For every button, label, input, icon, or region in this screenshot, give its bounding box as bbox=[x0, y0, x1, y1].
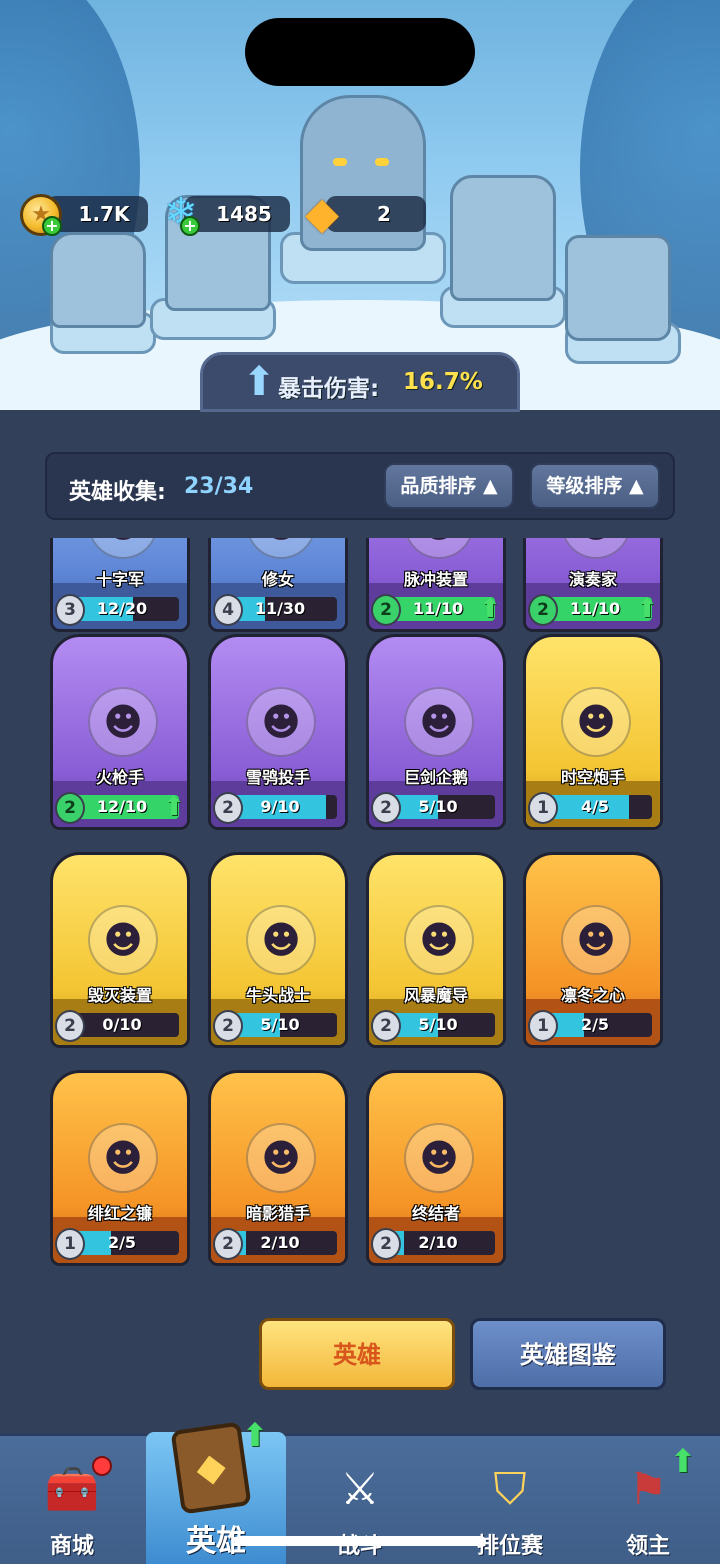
crossed-swords-icon: ⚔ bbox=[340, 1464, 380, 1515]
hero-card[interactable]: ☻ 终结者 2/10 2 bbox=[366, 1070, 506, 1266]
hero-collection-bar: 英雄收集: 23/34 品质排序 ▲ 等级排序 ▲ bbox=[45, 452, 675, 520]
hero-level-badge: 2 bbox=[371, 792, 401, 824]
hero-level-badge: 3 bbox=[55, 594, 85, 626]
hero-name: 凛冬之心 bbox=[560, 986, 625, 1005]
hero-level-badge: 2 bbox=[55, 1010, 85, 1042]
level-sort-button[interactable]: 等级排序 ▲ bbox=[530, 463, 660, 509]
add-plus-icon[interactable]: + bbox=[180, 216, 200, 236]
hero-name: 毁灭装置 bbox=[87, 986, 152, 1005]
tab-label: 领主 bbox=[625, 1534, 670, 1559]
hero-level-badge: 2 bbox=[213, 1010, 243, 1042]
upgrade-arrow-icon: ⬆ bbox=[241, 1416, 269, 1454]
hero-card[interactable]: ☻ 巨剑企鹅 5/10 2 bbox=[366, 634, 506, 830]
hero-card[interactable]: ☻ 火枪手 12/10 2 ⬆ bbox=[50, 634, 190, 830]
hero-name: 火枪手 bbox=[95, 768, 144, 787]
gold-currency[interactable]: ★ + 1.7K bbox=[20, 194, 148, 236]
hero-name: 时空炮手 bbox=[560, 768, 625, 787]
rank-shield-icon: ⛉ bbox=[493, 1464, 527, 1515]
statue-eye bbox=[333, 158, 347, 166]
upgrade-arrow-icon: ⬆ bbox=[669, 1442, 697, 1480]
hero-card[interactable]: ☻ 牛头战士 5/10 2 bbox=[208, 852, 348, 1048]
quality-sort-button[interactable]: 品质排序 ▲ bbox=[384, 463, 514, 509]
hero-card[interactable]: ☻ 雪鸮投手 9/10 2 bbox=[208, 634, 348, 830]
buff-value: 16.7% bbox=[403, 369, 483, 395]
tab-label: 商城 bbox=[49, 1534, 94, 1559]
statue-eye bbox=[375, 158, 389, 166]
tab-shop[interactable]: 🧰 商城 bbox=[0, 1436, 144, 1564]
crusader-portrait-icon: ☻ bbox=[88, 538, 158, 559]
upgrade-arrow-icon: ⬆ bbox=[636, 594, 658, 624]
hero-name: 修女 bbox=[261, 570, 294, 589]
up-arrow-icon: ⬆ bbox=[242, 359, 276, 405]
orange-crystal-icon: ◆ bbox=[305, 188, 339, 239]
hero-name: 脉冲装置 bbox=[403, 570, 468, 589]
hero-grid: ☻十字军12/203☻修女11/304☻脉冲装置11/102⬆☻演奏家11/10… bbox=[0, 538, 720, 1303]
hero-level-badge: 2 bbox=[371, 1010, 401, 1042]
hero-level-badge: 2 bbox=[55, 792, 85, 824]
minotaur-portrait-icon: ☻ bbox=[246, 905, 316, 975]
musician-portrait-icon: ☻ bbox=[561, 538, 631, 559]
hero-card[interactable]: ☻脉冲装置11/102⬆ bbox=[366, 538, 506, 632]
time-gunner-portrait-icon: ☻ bbox=[561, 687, 631, 757]
upgrade-arrow-icon: ⬆ bbox=[163, 792, 185, 822]
hero-name: 终结者 bbox=[411, 1204, 460, 1223]
hero-name: 十字军 bbox=[95, 570, 144, 589]
hero-name: 巨剑企鹅 bbox=[403, 768, 468, 787]
collection-count: 23/34 bbox=[184, 474, 254, 499]
terminator-portrait-icon: ☻ bbox=[404, 1123, 474, 1193]
hero-name: 暗影猎手 bbox=[245, 1204, 310, 1223]
robot-ice-statue[interactable] bbox=[565, 235, 671, 341]
ice-statue[interactable] bbox=[50, 232, 146, 328]
hero-codex-button[interactable]: 英雄图鉴 bbox=[470, 1318, 666, 1390]
doom-device-portrait-icon: ☻ bbox=[88, 905, 158, 975]
hero-level-badge: 1 bbox=[528, 792, 558, 824]
hero-level-badge: 2 bbox=[213, 1228, 243, 1260]
upgrade-arrow-icon: ⬆ bbox=[479, 594, 501, 624]
nun-portrait-icon: ☻ bbox=[246, 538, 316, 559]
hero-card[interactable]: ☻ 凛冬之心 2/5 1 bbox=[523, 852, 663, 1048]
hero-level-badge: 2 bbox=[371, 594, 401, 626]
hero-level-badge: 2 bbox=[371, 1228, 401, 1260]
hero-name: 牛头战士 bbox=[245, 986, 310, 1005]
notification-dot bbox=[92, 1456, 112, 1476]
camera-notch bbox=[245, 18, 475, 86]
hero-card[interactable]: ☻ 绯红之镰 2/5 1 bbox=[50, 1070, 190, 1266]
buff-label: 暴击伤害: bbox=[278, 376, 380, 402]
hero-name: 绯红之镰 bbox=[87, 1204, 152, 1223]
musketeer-portrait-icon: ☻ bbox=[88, 687, 158, 757]
pulse-device-portrait-icon: ☻ bbox=[404, 538, 474, 559]
snow-owl-portrait-icon: ☻ bbox=[246, 687, 316, 757]
hero-card[interactable]: ☻ 毁灭装置 0/10 2 bbox=[50, 852, 190, 1048]
hero-name: 演奏家 bbox=[568, 570, 617, 589]
hero-level-badge: 2 bbox=[213, 792, 243, 824]
hero-name: 雪鸮投手 bbox=[245, 768, 310, 787]
shadow-hunter-portrait-icon: ☻ bbox=[246, 1123, 316, 1193]
add-plus-icon[interactable]: + bbox=[42, 216, 62, 236]
sword-penguin-portrait-icon: ☻ bbox=[404, 687, 474, 757]
hero-card[interactable]: ☻十字军12/203 bbox=[50, 538, 190, 632]
hero-name: 风暴魔导 bbox=[403, 986, 468, 1005]
crit-damage-buff-banner[interactable]: ⬆ 暴击伤害: 16.7% bbox=[200, 352, 520, 412]
crystal-currency[interactable]: ◆ 2 bbox=[296, 188, 426, 239]
crimson-scythe-portrait-icon: ☻ bbox=[88, 1123, 158, 1193]
hero-button[interactable]: 英雄 bbox=[259, 1318, 455, 1390]
storm-mage-portrait-icon: ☻ bbox=[404, 905, 474, 975]
winter-heart-portrait-icon: ☻ bbox=[561, 905, 631, 975]
home-indicator bbox=[234, 1536, 486, 1546]
collection-label: 英雄收集: bbox=[69, 480, 166, 505]
hero-card[interactable]: ☻ 风暴魔导 5/10 2 bbox=[366, 852, 506, 1048]
hero-card[interactable]: ☻修女11/304 bbox=[208, 538, 348, 632]
hero-card[interactable]: ☻演奏家11/102⬆ bbox=[523, 538, 663, 632]
gem-currency[interactable]: ❄ + 1485 bbox=[158, 190, 290, 236]
hero-card[interactable]: ☻ 暗影猎手 2/10 2 bbox=[208, 1070, 348, 1266]
hero-card[interactable]: ☻ 时空炮手 4/5 1 bbox=[523, 634, 663, 830]
tab-lord[interactable]: ⚑ ⬆ 领主 bbox=[576, 1436, 720, 1564]
hero-level-badge: 1 bbox=[55, 1228, 85, 1260]
hero-level-badge: 2 bbox=[528, 594, 558, 626]
hero-level-badge: 4 bbox=[213, 594, 243, 626]
hero-level-badge: 1 bbox=[528, 1010, 558, 1042]
ice-statue[interactable] bbox=[450, 175, 556, 301]
